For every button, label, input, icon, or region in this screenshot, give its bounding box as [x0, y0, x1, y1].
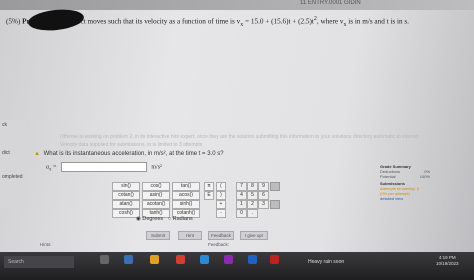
answer-unit: m/s² [151, 164, 162, 171]
submit-button[interactable]: Submit [146, 231, 170, 240]
teams-icon[interactable] [224, 255, 233, 264]
folder-icon[interactable] [150, 255, 159, 264]
digit-key[interactable]: 9 [258, 182, 269, 191]
func-key-tan[interactable]: tan() [172, 182, 200, 191]
store-icon[interactable] [200, 255, 209, 264]
warning-icon: ▲ [34, 151, 40, 157]
feedback-button[interactable]: Feedback [208, 231, 234, 240]
digit-key[interactable]: 4 [236, 191, 247, 200]
word-icon[interactable] [248, 255, 257, 264]
func-key-acos[interactable]: acos() [172, 191, 200, 200]
hints-label: Hints: [40, 242, 52, 247]
hint-button[interactable]: Hint [178, 231, 202, 240]
problem-equation: = 15.0 + (15.6)t + (2.5)t [245, 17, 314, 26]
edge-icon[interactable] [124, 255, 133, 264]
weather-text[interactable]: Heavy rain soon [308, 259, 344, 265]
left-label-c: ompleted [2, 174, 23, 180]
open-paren-key[interactable]: ( [216, 182, 226, 191]
digit-key[interactable]: 5 [247, 191, 258, 200]
left-label-b[interactable]: dict [2, 150, 10, 156]
digit-key[interactable]: 6 [258, 191, 269, 200]
func-key-atan[interactable]: atan() [112, 200, 140, 209]
digit-key[interactable]: 0 [236, 209, 247, 218]
task-view-icon[interactable] [100, 255, 109, 264]
func-key-sinh[interactable]: sinh() [172, 200, 200, 209]
screen-photo: 11 ENTRY.0001 GIDIN (5%) Problem 2: An o… [0, 0, 474, 262]
e-key[interactable]: E [204, 191, 214, 200]
left-label-a: ck [2, 122, 7, 128]
digit-key[interactable]: 2 [247, 200, 258, 209]
digit-key[interactable]: 7 [236, 182, 247, 191]
top-strip: 11 ENTRY.0001 GIDIN [0, 0, 474, 10]
question-line: ▲ What is its instantaneous acceleration… [34, 151, 224, 157]
radians-label: Radians [172, 216, 193, 222]
func-key-asin[interactable]: asin() [142, 191, 170, 200]
problem-points: (5%) [6, 17, 21, 26]
plus-key[interactable]: + [216, 200, 226, 209]
backspace-key[interactable] [270, 182, 280, 191]
func-key-acotan[interactable]: acotan() [142, 200, 170, 209]
clear-key[interactable] [270, 200, 280, 209]
degrees-radio[interactable]: ◉ [136, 216, 141, 222]
func-key-sin[interactable]: sin() [112, 182, 140, 191]
answer-row: ax = m/s² [46, 162, 162, 173]
problem-subscript: x [240, 21, 244, 28]
digit-key[interactable]: . [247, 209, 258, 218]
func-key-cotan[interactable]: cotan() [112, 191, 140, 200]
give-up-button[interactable]: I give up! [240, 231, 268, 240]
detailed-view-link[interactable]: detailed view [380, 196, 430, 201]
chrome-icon[interactable] [176, 255, 185, 264]
answer-eq: = [53, 164, 57, 171]
digit-key[interactable]: 8 [247, 182, 258, 191]
minus-key[interactable]: - [216, 209, 226, 218]
left-panel: ck dict ompleted [0, 120, 26, 208]
answer-var-sub: x [49, 167, 52, 173]
potential-value: 100% [419, 174, 430, 179]
problem-tail2: is in m/s and t is in s. [348, 17, 409, 26]
angle-mode: ◉ Degrees ○ Radians [136, 216, 193, 222]
close-paren-key[interactable]: ) [216, 191, 226, 200]
problem-tail: , where v [316, 17, 344, 26]
taskbar-search[interactable]: Search [4, 256, 74, 268]
feedback-label: Feedback: [208, 242, 230, 247]
problem-text: An object moves such that its velocity a… [57, 17, 241, 26]
question-text: What is its instantaneous acceleration, … [43, 151, 224, 157]
top-strip-text: 11 ENTRY.0001 GIDIN [300, 0, 361, 6]
degrees-label: Degrees [142, 216, 164, 222]
func-key-cos[interactable]: cos() [142, 182, 170, 191]
problem-tail-sub: x [343, 21, 347, 28]
pi-key[interactable]: π [204, 182, 214, 191]
clock-date: 10/19/2023 [436, 261, 459, 266]
digit-key[interactable]: 3 [258, 200, 269, 209]
app-icon[interactable] [270, 255, 279, 264]
digit-key[interactable]: 1 [236, 200, 247, 209]
grade-summary: Grade Summary Deductions 0% Potential 100%… [380, 164, 430, 201]
radians-radio[interactable]: ○ [168, 216, 171, 222]
answer-input[interactable] [60, 162, 147, 172]
potential-label: Potential [380, 174, 396, 179]
clock[interactable]: 4:19 PM 10/19/2023 [436, 255, 459, 267]
